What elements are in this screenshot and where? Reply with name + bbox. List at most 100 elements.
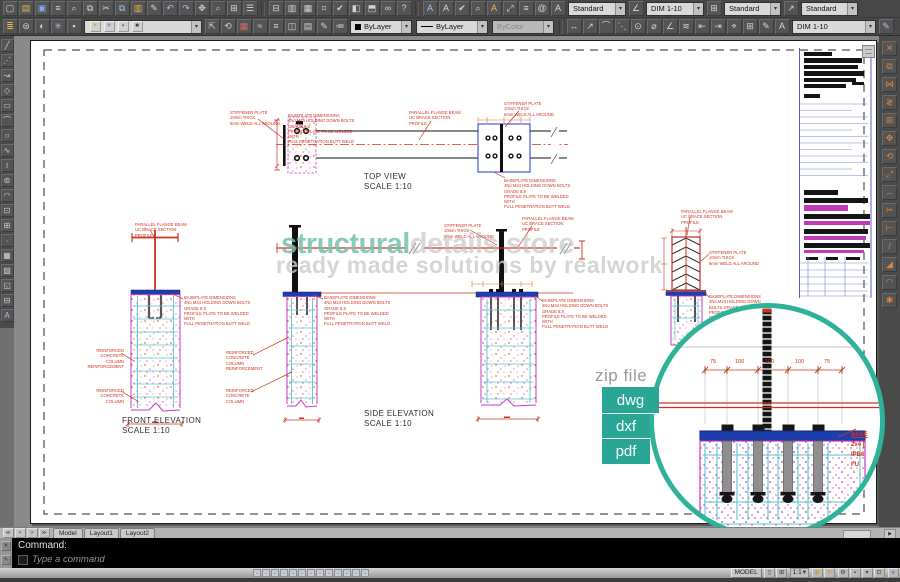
annotation-visibility-icon[interactable]: ◉ bbox=[812, 568, 823, 578]
paste-icon[interactable]: ▥ bbox=[131, 1, 146, 16]
open-file-icon[interactable]: ▤ bbox=[19, 1, 34, 16]
text-style-icon[interactable]: A bbox=[487, 1, 502, 16]
status-menu-icon[interactable]: ▾ bbox=[862, 568, 873, 578]
sheet-set-manager-icon[interactable]: ▦ bbox=[301, 1, 316, 16]
mtext-icon[interactable]: A bbox=[423, 1, 438, 16]
mirror-icon[interactable]: ⋈ bbox=[882, 77, 897, 92]
circle-icon[interactable]: ○ bbox=[1, 129, 14, 142]
center-mark-icon[interactable]: ⌖ bbox=[727, 19, 742, 34]
layer-combo[interactable]: ☀✳▪■ ▾ bbox=[84, 20, 202, 34]
layer-previous-icon[interactable]: ⟲ bbox=[221, 19, 236, 34]
copy-icon[interactable]: ⧉ bbox=[115, 1, 130, 16]
mtext-icon[interactable]: A bbox=[1, 309, 14, 322]
cut-icon[interactable]: ✂ bbox=[99, 1, 114, 16]
ellipse-icon[interactable]: ⊜ bbox=[1, 174, 14, 187]
chevron-down-icon[interactable]: ▾ bbox=[477, 21, 487, 33]
chevron-down-icon[interactable]: ▾ bbox=[770, 3, 780, 15]
radius-dimension-icon[interactable]: ⊙ bbox=[631, 19, 646, 34]
ortho-toggle[interactable]: ▫ bbox=[271, 569, 279, 577]
convert-text-icon[interactable]: @ bbox=[535, 1, 550, 16]
single-text-icon[interactable]: A bbox=[439, 1, 454, 16]
chevron-down-icon[interactable]: ▾ bbox=[615, 3, 625, 15]
scale-text-icon[interactable]: ⤢ bbox=[503, 1, 518, 16]
match-properties-icon[interactable]: ✎ bbox=[147, 1, 162, 16]
clean-screen-icon[interactable]: ⊡ bbox=[874, 568, 885, 578]
quick-dimension-icon[interactable]: ≋ bbox=[679, 19, 694, 34]
chevron-down-icon[interactable]: ▾ bbox=[191, 21, 201, 33]
hatch-icon[interactable]: ▦ bbox=[1, 249, 14, 262]
polar-toggle[interactable]: ▫ bbox=[280, 569, 288, 577]
ordinate-dimension-icon[interactable]: ⋱ bbox=[615, 19, 630, 34]
zoom-realtime-icon[interactable]: ⌕ bbox=[211, 1, 226, 16]
quick-view-drawings-icon[interactable]: ⊞ bbox=[776, 568, 787, 578]
break-icon[interactable]: / bbox=[882, 239, 897, 254]
plot-style-combo[interactable]: ByColor ▾ bbox=[492, 20, 554, 34]
polygon-icon[interactable]: ◇ bbox=[1, 84, 14, 97]
annotation-scale-control[interactable]: 1:1 ▾ bbox=[790, 568, 809, 578]
am-toggle[interactable]: ▫ bbox=[352, 569, 360, 577]
rotate-icon[interactable]: ⟲ bbox=[882, 149, 897, 164]
tab-layout1[interactable]: Layout1 bbox=[84, 528, 119, 538]
command-tool-icon[interactable]: ✎ bbox=[1, 555, 11, 565]
fillet-icon[interactable]: ◠ bbox=[882, 275, 897, 290]
grid-toggle[interactable]: ▫ bbox=[262, 569, 270, 577]
diameter-dimension-icon[interactable]: ⌀ bbox=[647, 19, 662, 34]
qp-toggle[interactable]: ▫ bbox=[334, 569, 342, 577]
stretch-icon[interactable]: ↔ bbox=[882, 185, 897, 200]
line-icon[interactable]: ╱ bbox=[1, 39, 14, 52]
color-control-icon[interactable]: ▦ bbox=[237, 19, 252, 34]
pan-icon[interactable]: ✥ bbox=[195, 1, 210, 16]
rectangle-icon[interactable]: ▭ bbox=[1, 99, 14, 112]
construction-line-icon[interactable]: ⋰ bbox=[1, 54, 14, 67]
scrollbar-corner-box[interactable] bbox=[862, 45, 875, 58]
color-combo[interactable]: ByLayer ▾ bbox=[350, 20, 412, 34]
command-window[interactable]: Command: Type a command bbox=[0, 538, 900, 568]
linetype-combo[interactable]: ByLayer ▾ bbox=[416, 20, 488, 34]
table-style-manager-icon[interactable]: ⊞ bbox=[707, 1, 722, 16]
layer-freeze-icon[interactable]: ✳ bbox=[51, 19, 66, 34]
plot-style-icon[interactable]: ◫ bbox=[285, 19, 300, 34]
tool-palettes-icon[interactable]: ▥ bbox=[285, 1, 300, 16]
chevron-down-icon[interactable]: ▾ bbox=[847, 3, 857, 15]
copy-object-icon[interactable]: ⧉ bbox=[882, 59, 897, 74]
erase-icon[interactable]: ✕ bbox=[882, 41, 897, 56]
workspace-switch-icon[interactable]: ⚙ bbox=[838, 568, 849, 578]
point-icon[interactable]: ∙ bbox=[1, 234, 14, 247]
gradient-icon[interactable]: ▨ bbox=[1, 264, 14, 277]
chevron-down-icon[interactable]: ▾ bbox=[401, 21, 411, 33]
array-icon[interactable]: ⊞ bbox=[882, 113, 897, 128]
lineweight-control-icon[interactable]: ≡ bbox=[269, 19, 284, 34]
dimension-edit-icon[interactable]: ✎ bbox=[759, 19, 774, 34]
ducs-toggle[interactable]: ▫ bbox=[307, 569, 315, 577]
close-command-icon[interactable]: ✕ bbox=[1, 541, 11, 551]
tab-model[interactable]: Model bbox=[53, 528, 83, 538]
mleader-style-combo[interactable]: Standard ▾ bbox=[801, 2, 858, 16]
list-icon[interactable]: ≔ bbox=[333, 19, 348, 34]
linetype-control-icon[interactable]: ≈ bbox=[253, 19, 268, 34]
arc-length-icon[interactable]: ⌒ bbox=[599, 19, 614, 34]
first-tab-icon[interactable]: ≪ bbox=[3, 528, 14, 538]
ellipse-arc-icon[interactable]: ◠ bbox=[1, 189, 14, 202]
angular-dimension-icon[interactable]: ∠ bbox=[663, 19, 678, 34]
text-style-combo[interactable]: Standard ▾ bbox=[568, 2, 626, 16]
otrack-toggle[interactable]: ▫ bbox=[298, 569, 306, 577]
next-tab-icon[interactable]: > bbox=[27, 528, 38, 538]
layer-on-icon[interactable]: ☀ bbox=[90, 21, 101, 32]
chevron-down-icon[interactable]: ▾ bbox=[693, 3, 703, 15]
plot-preview-icon[interactable]: ⌕ bbox=[67, 1, 82, 16]
layer-freeze-icon[interactable]: ✳ bbox=[104, 21, 115, 32]
new-file-icon[interactable]: ▢ bbox=[3, 1, 18, 16]
move-icon[interactable]: ✥ bbox=[882, 131, 897, 146]
dim-style-combo[interactable]: DIM 1-10 ▾ bbox=[646, 2, 704, 16]
markup-icon[interactable]: ✔ bbox=[333, 1, 348, 16]
linear-dimension-icon[interactable]: ↔ bbox=[567, 19, 582, 34]
extend-icon[interactable]: ⊢ bbox=[882, 221, 897, 236]
annotation-autoscale-icon[interactable]: ⟲ bbox=[824, 568, 835, 578]
polyline-icon[interactable]: ↝ bbox=[1, 69, 14, 82]
table-icon[interactable]: ⊟ bbox=[1, 294, 14, 307]
spell-check-icon[interactable]: ✔ bbox=[455, 1, 470, 16]
publish-icon[interactable]: ⧉ bbox=[83, 1, 98, 16]
snap-toggle[interactable]: ▫ bbox=[253, 569, 261, 577]
osnap-toggle[interactable]: ▫ bbox=[289, 569, 297, 577]
undo-icon[interactable]: ↶ bbox=[163, 1, 178, 16]
